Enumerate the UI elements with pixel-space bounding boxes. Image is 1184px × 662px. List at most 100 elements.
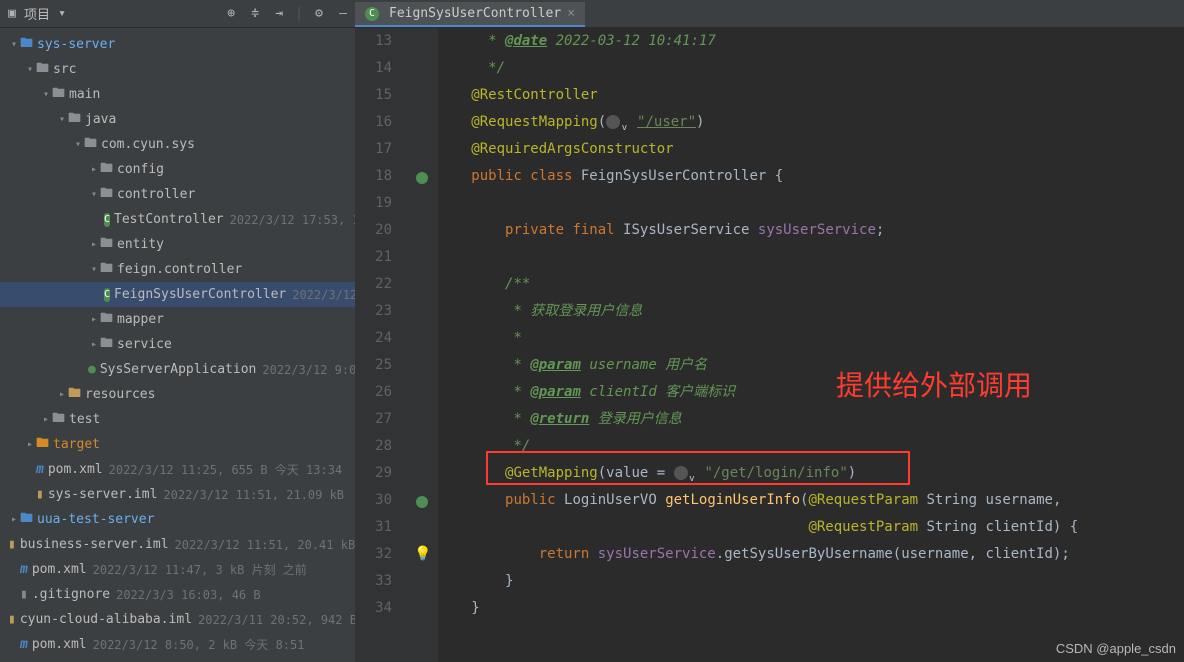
tree-item-label: business-server.iml bbox=[20, 537, 169, 552]
tree-item[interactable]: ▾🖿sys-server bbox=[0, 32, 355, 57]
tree-item-label: sys-server.iml bbox=[48, 487, 158, 502]
tree-item-meta: 2022/3/11 20:52, 942 B bbox=[198, 613, 355, 627]
tree-item-label: resources bbox=[85, 387, 155, 402]
collapse-icon[interactable]: ⇥ bbox=[271, 6, 287, 22]
annotation-text: 提供给外部调用 bbox=[836, 373, 1032, 400]
watermark: CSDN @apple_csdn bbox=[1056, 641, 1176, 656]
tree-item[interactable]: C FeignSysUserController 2022/3/12 bbox=[0, 282, 355, 307]
tree-item-label: TestController bbox=[114, 212, 224, 227]
folder-orange-icon: 🖿 bbox=[36, 434, 49, 456]
tree-item-label: mapper bbox=[117, 312, 164, 327]
folder-icon: 🖿 bbox=[100, 259, 113, 281]
project-icon: ▣ bbox=[4, 6, 20, 22]
tree-item[interactable]: ▸🖿target bbox=[0, 432, 355, 457]
tree-item-label: uua-test-server bbox=[37, 512, 154, 527]
tree-item-label: sys-server bbox=[37, 37, 115, 52]
spring-bean-icon[interactable] bbox=[416, 172, 428, 184]
folder-blue-icon: 🖿 bbox=[20, 509, 33, 531]
folder-blue-icon: 🖿 bbox=[20, 34, 33, 56]
file-gray-icon: ▮ bbox=[20, 587, 28, 602]
editor-area: C FeignSysUserController × 1314151617181… bbox=[355, 0, 1184, 662]
tree-item[interactable]: C TestController 2022/3/12 17:53, 1. bbox=[0, 207, 355, 232]
tree-item[interactable]: ▮ .gitignore 2022/3/3 16:03, 46 B bbox=[0, 582, 355, 607]
file-brown-icon: ▮ bbox=[8, 612, 16, 627]
sidebar-header: ▣ 项目 ▾ ⊕ ≑ ⇥ | ⚙ — bbox=[0, 0, 355, 28]
folder-icon: 🖿 bbox=[36, 59, 49, 81]
tree-item-label: feign.controller bbox=[117, 262, 242, 277]
tree-item-label: cyun-cloud-alibaba.iml bbox=[20, 612, 192, 627]
tree-item[interactable]: ▮sys-server.iml2022/3/12 11:51, 21.09 kB bbox=[0, 482, 355, 507]
tree-item[interactable]: ▾🖿java bbox=[0, 107, 355, 132]
tree-item-label: entity bbox=[117, 237, 164, 252]
tree-item[interactable]: ▮ business-server.iml 2022/3/12 11:51, 20.… bbox=[0, 532, 355, 557]
file-brown-icon: ▮ bbox=[36, 487, 44, 502]
file-brown-icon: ▮ bbox=[8, 537, 16, 552]
close-icon[interactable]: × bbox=[567, 6, 575, 21]
tree-item[interactable]: ▾🖿controller bbox=[0, 182, 355, 207]
tree-item[interactable]: ▾🖿src bbox=[0, 57, 355, 82]
folder-res-icon: 🖿 bbox=[68, 384, 81, 406]
tree-item-label: pom.xml bbox=[32, 562, 87, 577]
minimize-icon[interactable]: — bbox=[335, 6, 351, 22]
tree-item-label: .gitignore bbox=[32, 587, 110, 602]
tree-item-label: service bbox=[117, 337, 172, 352]
maven-icon: m bbox=[20, 562, 28, 577]
dropdown-icon[interactable]: ▾ bbox=[54, 6, 70, 22]
folder-icon: 🖿 bbox=[84, 134, 97, 156]
tree-item-meta: 2022/3/12 11:51, 20.41 kB bbox=[175, 538, 355, 552]
code-content[interactable]: * @date 2022-03-12 10:41:17 */ @RestCont… bbox=[438, 28, 1184, 662]
tree-item-meta: 2022/3/12 11:47, 3 kB 片刻 之前 bbox=[93, 561, 307, 578]
class-icon: C bbox=[104, 288, 110, 302]
tree-item-label: SysServerApplication bbox=[100, 362, 257, 377]
folder-icon: 🖿 bbox=[52, 409, 65, 431]
class-icon: C bbox=[365, 7, 379, 21]
project-tree[interactable]: ▾🖿sys-server▾🖿src▾🖿main▾🖿java▾🖿com.cyun.… bbox=[0, 28, 355, 662]
tree-item-label: target bbox=[53, 437, 100, 452]
tab-label: FeignSysUserController bbox=[389, 6, 561, 21]
tree-item[interactable]: mpom.xml2022/3/12 11:25, 655 B 今天 13:34 bbox=[0, 457, 355, 482]
tree-item[interactable]: ▸🖿mapper bbox=[0, 307, 355, 332]
tree-item[interactable]: ▾🖿feign.controller bbox=[0, 257, 355, 282]
tree-item[interactable]: m pom.xml 2022/3/12 11:47, 3 kB 片刻 之前 bbox=[0, 557, 355, 582]
tree-item-label: main bbox=[69, 87, 100, 102]
tree-item-label: java bbox=[85, 112, 116, 127]
code-editor[interactable]: 1314151617181920212223242526272829303132… bbox=[355, 28, 1184, 662]
sidebar-title: 项目 bbox=[24, 4, 50, 23]
folder-icon: 🖿 bbox=[100, 234, 113, 256]
tree-item[interactable]: ▾🖿main bbox=[0, 82, 355, 107]
tree-item[interactable]: mpom.xml2022/3/12 8:50, 2 kB 今天 8:51 bbox=[0, 632, 355, 657]
tree-item-label: pom.xml bbox=[32, 637, 87, 652]
tree-item[interactable]: ▸🖿test bbox=[0, 407, 355, 432]
gear-icon[interactable]: ⚙ bbox=[311, 6, 327, 22]
tree-item-label: config bbox=[117, 162, 164, 177]
annotation-box bbox=[486, 451, 910, 485]
folder-icon: 🖿 bbox=[100, 159, 113, 181]
divider: | bbox=[295, 6, 303, 21]
tree-item[interactable]: ▸🖿entity bbox=[0, 232, 355, 257]
tree-item[interactable]: ●SysServerApplication2022/3/12 9:0 bbox=[0, 357, 355, 382]
tab-active[interactable]: C FeignSysUserController × bbox=[355, 2, 585, 27]
lightbulb-icon[interactable]: 💡 bbox=[414, 541, 431, 568]
tree-item[interactable]: ▸🖿resources bbox=[0, 382, 355, 407]
tree-item[interactable]: ▸🖿uua-test-server bbox=[0, 507, 355, 532]
class-icon: C bbox=[104, 213, 110, 227]
tree-item-meta: 2022/3/12 17:53, 1. bbox=[230, 213, 355, 227]
folder-icon: 🖿 bbox=[68, 109, 81, 131]
tree-item[interactable]: ▸🖿service bbox=[0, 332, 355, 357]
tree-item-label: src bbox=[53, 62, 76, 77]
spring-bean-icon[interactable] bbox=[416, 496, 428, 508]
line-gutter: 1314151617181920212223242526272829303132… bbox=[355, 28, 410, 662]
tree-item-label: com.cyun.sys bbox=[101, 137, 195, 152]
tree-item-meta: 2022/3/12 bbox=[292, 288, 355, 302]
tree-item-label: FeignSysUserController bbox=[114, 287, 286, 302]
maven-icon: m bbox=[20, 637, 28, 652]
tree-item[interactable]: ▾🖿com.cyun.sys bbox=[0, 132, 355, 157]
tree-item-label: test bbox=[69, 412, 100, 427]
tree-item[interactable]: ▸🖿config bbox=[0, 157, 355, 182]
expand-icon[interactable]: ≑ bbox=[247, 6, 263, 22]
gutter-marks: 💡 bbox=[410, 28, 438, 662]
target-icon[interactable]: ⊕ bbox=[223, 6, 239, 22]
tree-item[interactable]: ▮ cyun-cloud-alibaba.iml 2022/3/11 20:52, … bbox=[0, 607, 355, 632]
folder-icon: 🖿 bbox=[52, 84, 65, 106]
tree-item-meta: 2022/3/3 16:03, 46 B bbox=[116, 588, 261, 602]
